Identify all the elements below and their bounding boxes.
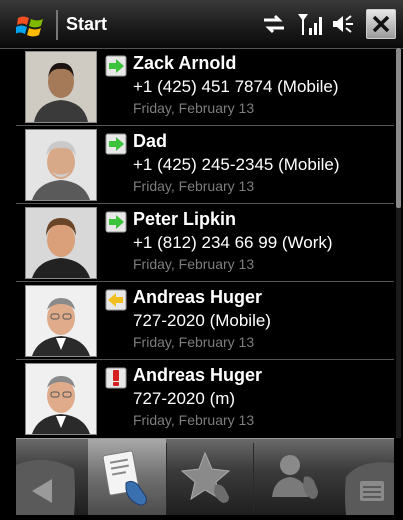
contact-name: Dad — [133, 131, 168, 151]
missed-call-icon — [105, 367, 127, 389]
contacts-phone-icon — [272, 455, 318, 499]
phone-number: +1 (425) 245-2345 (Mobile) — [133, 155, 340, 174]
call-history-list[interactable]: Zack Arnold +1 (425) 451 7874 (Mobile) F… — [16, 48, 394, 436]
incoming-call-icon — [105, 289, 127, 311]
outgoing-call-icon — [105, 133, 127, 155]
scrollbar[interactable] — [396, 48, 401, 438]
outgoing-call-icon — [105, 211, 127, 233]
speed-dial-star-icon — [180, 451, 231, 503]
back-arrow-icon — [16, 459, 75, 515]
contact-photo — [25, 285, 97, 357]
call-row[interactable]: Peter Lipkin +1 (812) 234 66 99 (Work) F… — [16, 204, 394, 282]
close-button[interactable] — [366, 9, 396, 39]
call-history-icon — [102, 450, 147, 506]
title-separator — [56, 10, 58, 40]
phone-number: 727-2020 (Mobile) — [133, 311, 271, 330]
call-row[interactable]: Zack Arnold +1 (425) 451 7874 (Mobile) F… — [16, 48, 394, 126]
scrollbar-thumb[interactable] — [396, 48, 401, 208]
volume-icon[interactable] — [331, 12, 357, 36]
contact-photo — [25, 363, 97, 435]
contact-name: Andreas Huger — [133, 365, 263, 385]
outgoing-call-icon — [105, 55, 127, 77]
menu-button[interactable] — [340, 439, 394, 515]
contact-photo — [25, 129, 97, 201]
contact-photo — [25, 51, 97, 123]
connectivity-icon[interactable] — [262, 12, 286, 36]
call-date: Friday, February 13 — [133, 412, 255, 428]
call-date: Friday, February 13 — [133, 334, 255, 350]
contact-photo — [25, 207, 97, 279]
phone-number: +1 (425) 451 7874 (Mobile) — [133, 77, 339, 96]
phone-number: 727-2020 (m) — [133, 389, 236, 408]
start-title[interactable]: Start — [66, 14, 107, 35]
menu-icon — [345, 462, 394, 515]
call-row[interactable]: Dad +1 (425) 245-2345 (Mobile) Friday, F… — [16, 126, 394, 204]
contact-name: Zack Arnold — [133, 53, 237, 73]
call-row[interactable]: Andreas Huger 727-2020 (Mobile) Friday, … — [16, 282, 394, 360]
back-button[interactable] — [16, 439, 88, 515]
phone-number: +1 (812) 234 66 99 (Work) — [133, 233, 333, 252]
tab-contacts[interactable] — [254, 439, 340, 515]
tab-speed-dial[interactable] — [167, 439, 253, 515]
contact-name: Peter Lipkin — [133, 209, 237, 229]
call-date: Friday, February 13 — [133, 100, 255, 116]
signal-icon[interactable] — [297, 12, 323, 36]
call-date: Friday, February 13 — [133, 256, 255, 272]
tab-bar — [16, 438, 394, 515]
close-icon — [372, 15, 390, 33]
windows-logo-icon[interactable] — [16, 12, 46, 40]
call-row[interactable]: Andreas Huger 727-2020 (m) Friday, Febru… — [16, 360, 394, 436]
call-date: Friday, February 13 — [133, 178, 255, 194]
status-bar: Start — [0, 0, 403, 49]
tab-call-history[interactable] — [88, 439, 166, 515]
contact-name: Andreas Huger — [133, 287, 263, 307]
